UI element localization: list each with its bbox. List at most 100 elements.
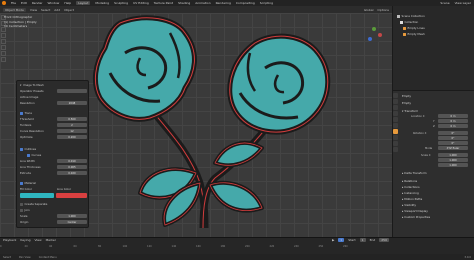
blender-logo-icon[interactable]	[2, 1, 6, 5]
scale-tool[interactable]	[1, 39, 6, 44]
transform-tool[interactable]	[1, 45, 6, 50]
tab-animation[interactable]: Animation	[195, 1, 210, 5]
menu-edit[interactable]: Edit	[21, 1, 27, 5]
output-tab-icon[interactable]	[393, 105, 398, 110]
world-tab-icon[interactable]	[393, 123, 398, 128]
menu-object[interactable]: Object	[64, 8, 74, 12]
scale-y-field[interactable]: 1.000	[438, 158, 468, 162]
menu-window[interactable]: Window	[48, 1, 60, 5]
properties-panel[interactable]: Empty Empty ▾ Transform Location X 0 m Y…	[392, 90, 474, 237]
operator-panel[interactable]: ▾ Image To Mesh Operator Presets Active …	[16, 80, 89, 228]
turdsize-field[interactable]: 2	[57, 123, 87, 127]
outliner-panel[interactable]: Scene Collection Collection Empty Lines …	[392, 6, 474, 90]
tab-compositing[interactable]: Compositing	[236, 1, 255, 5]
create-separate-checkbox[interactable]	[20, 202, 23, 206]
rotate-tool[interactable]	[1, 33, 6, 38]
menu-add[interactable]: Add	[54, 8, 60, 12]
timeline-keying-menu[interactable]: Keying	[20, 238, 30, 242]
join-checkbox[interactable]	[20, 208, 23, 212]
scene-tab-icon[interactable]	[393, 117, 398, 122]
outlines-section[interactable]: Outlines	[20, 147, 36, 151]
current-frame-field[interactable]: 1	[338, 238, 345, 242]
tab-layout[interactable]: Layout	[76, 1, 91, 5]
line-color-swatch[interactable]	[56, 193, 87, 198]
scale-x-field[interactable]: 1.000	[438, 153, 468, 157]
scale-z-field[interactable]: 1.000	[438, 163, 468, 167]
view-layer-selector[interactable]: View Layer	[455, 1, 471, 5]
outlines-checkbox[interactable]	[20, 147, 23, 151]
annotate-tool[interactable]	[1, 51, 6, 56]
section-custom-properties[interactable]: ▸ Custom Properties	[402, 215, 430, 219]
tab-texture-paint[interactable]: Texture Paint	[154, 1, 173, 5]
constraints-tab-icon[interactable]	[393, 141, 398, 146]
resolution-field[interactable]: 2048	[57, 101, 87, 105]
curves-checkbox[interactable]	[27, 153, 30, 157]
rotation-y-field[interactable]: 0°	[438, 136, 468, 140]
mode-selector[interactable]: Object Mode	[3, 7, 26, 12]
material-section[interactable]: Material	[20, 181, 36, 185]
menu-file[interactable]: File	[11, 1, 16, 5]
menu-help[interactable]: Help	[64, 1, 71, 5]
tab-shading[interactable]: Shading	[178, 1, 190, 5]
view-layer-tab-icon[interactable]	[393, 111, 398, 116]
tab-rendering[interactable]: Rendering	[216, 1, 231, 5]
section-delta-transform[interactable]: ▸ Delta Transform	[402, 171, 427, 175]
physics-tab-icon[interactable]	[393, 135, 398, 140]
section-visibility[interactable]: ▸ Visibility	[402, 203, 416, 207]
outliner-empty-lines[interactable]: Empty Lines	[403, 26, 425, 30]
outliner-collection[interactable]: Collection	[400, 20, 418, 24]
object-name[interactable]: Empty	[402, 94, 411, 98]
rotation-x-field[interactable]: 0°	[438, 131, 468, 135]
section-transform[interactable]: ▾ Transform	[402, 109, 418, 113]
location-x-field[interactable]: 0 m	[438, 114, 468, 118]
trace-section[interactable]: Trace	[20, 111, 32, 115]
transform-orientation[interactable]: Global	[364, 8, 374, 12]
section-motion-paths[interactable]: ▸ Motion Paths	[402, 197, 422, 201]
rotation-z-field[interactable]: 0°	[438, 141, 468, 145]
join-row[interactable]: Join	[20, 208, 30, 212]
data-tab-icon[interactable]	[393, 147, 398, 152]
threshold-field[interactable]: 0.500	[57, 117, 87, 121]
start-frame-field[interactable]: 1	[359, 238, 366, 242]
object-name-field[interactable]: Empty	[402, 101, 411, 105]
location-y-field[interactable]: 0 m	[438, 119, 468, 123]
rotation-mode-select[interactable]: XYZ Euler	[438, 146, 468, 150]
tab-uv-editing[interactable]: UV Editing	[133, 1, 149, 5]
render-tab-icon[interactable]	[393, 99, 398, 104]
timeline-marker-menu[interactable]: Marker	[46, 238, 56, 242]
line-width-field[interactable]: 0.010	[57, 159, 87, 163]
timeline-ruler[interactable]: 0 20 40 60 80 100 120 140 160 180 200 22…	[0, 244, 392, 248]
operator-panel-title[interactable]: ▾ Image To Mesh	[20, 83, 44, 87]
play-button-icon[interactable]: ▶	[332, 238, 334, 242]
operator-presets-select[interactable]	[57, 89, 87, 93]
scale-field[interactable]: 1.000	[57, 214, 87, 218]
origin-select[interactable]: Center	[57, 220, 87, 224]
outliner-scene-collection[interactable]: Scene Collection	[397, 14, 425, 18]
measure-tool[interactable]	[1, 57, 6, 62]
timeline-view-menu[interactable]: View	[34, 238, 41, 242]
menu-view[interactable]: View	[30, 8, 37, 12]
menu-render[interactable]: Render	[32, 1, 43, 5]
scene-selector[interactable]: Scene	[440, 1, 449, 5]
create-separate-row[interactable]: Create Separate	[20, 202, 47, 206]
fill-color-swatch[interactable]	[20, 193, 54, 198]
section-viewport-display[interactable]: ▸ Viewport Display	[402, 209, 428, 213]
object-tab-icon[interactable]	[393, 129, 398, 134]
curves-row[interactable]: Curves	[27, 153, 41, 157]
curve-resolution-field[interactable]: 12	[57, 129, 87, 133]
location-z-field[interactable]: 0 m	[438, 124, 468, 128]
menu-select[interactable]: Select	[41, 8, 50, 12]
trace-checkbox[interactable]	[20, 111, 23, 115]
extrude-field[interactable]: 0.020	[57, 171, 87, 175]
optimize-field[interactable]: 0.200	[57, 135, 87, 139]
tab-scripting[interactable]: Scripting	[260, 1, 273, 5]
tab-sculpting[interactable]: Sculpting	[114, 1, 128, 5]
tab-modeling[interactable]: Modeling	[95, 1, 109, 5]
outliner-empty-mesh[interactable]: Empty Mesh	[403, 32, 425, 36]
line-thickness-field[interactable]: 0.005	[57, 165, 87, 169]
options-menu[interactable]: Options	[377, 8, 389, 12]
end-frame-field[interactable]: 250	[379, 238, 389, 242]
tool-tab-icon[interactable]	[393, 93, 398, 98]
section-relations[interactable]: ▸ Relations	[402, 179, 417, 183]
material-checkbox[interactable]	[20, 181, 23, 185]
